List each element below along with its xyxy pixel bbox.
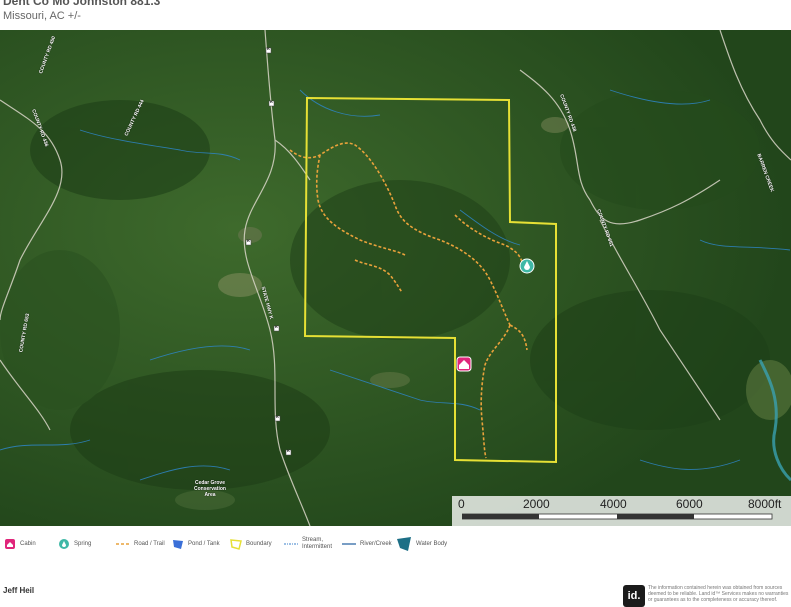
shield-label-4: K <box>275 324 278 329</box>
legend-item-boundary: Boundary <box>230 534 272 554</box>
shield-label-5: K <box>276 414 279 419</box>
pond-icon <box>173 540 183 549</box>
water-body-icon <box>397 537 411 551</box>
poi-label: Cedar Grove Conservation Area <box>194 480 226 498</box>
legend-label-river: River/Creek <box>360 540 392 547</box>
scale-bar: 0 2000 4000 6000 8000ft <box>452 496 791 526</box>
legend-label-boundary: Boundary <box>246 540 272 547</box>
spring-marker <box>519 258 535 274</box>
legend-item-stream: Stream, Intermittent <box>284 534 336 554</box>
shield-label-3: K <box>247 238 250 243</box>
road-trail-icon <box>116 543 130 545</box>
scale-tick-6000: 6000 <box>676 497 703 511</box>
map-canvas <box>0 30 791 526</box>
land-id-logo: id. <box>623 585 645 607</box>
disclaimer-text: The information contained herein was obt… <box>648 585 789 603</box>
agent-name: Jeff Heil <box>3 586 35 595</box>
property-subtitle: Missouri, AC +/- <box>3 10 81 22</box>
legend-label-cabin: Cabin <box>20 540 36 547</box>
legend-item-spring: Spring <box>58 534 91 554</box>
map-legend: Cabin Spring Road / Trail Pond / Tank Bo… <box>0 530 791 558</box>
river-icon <box>342 543 356 545</box>
property-title: Dent Co Mo Johnston 881.3 <box>3 0 161 8</box>
legend-item-water-body: Water Body <box>396 534 447 554</box>
legend-label-road-trail: Road / Trail <box>134 540 165 547</box>
legend-item-cabin: Cabin <box>4 534 36 554</box>
scale-tick-2000: 2000 <box>523 497 550 511</box>
shield-label-1: K <box>267 46 270 51</box>
legend-label-spring: Spring <box>74 540 92 547</box>
boundary-icon <box>230 539 242 550</box>
shield-label-6: K <box>287 448 290 453</box>
legend-item-road-trail: Road / Trail <box>116 534 165 554</box>
report-header: Dent Co Mo Johnston 881.3 Missouri, AC +… <box>0 0 791 30</box>
scale-tick-4000: 4000 <box>600 497 627 511</box>
spring-icon <box>59 539 69 549</box>
shield-label-2: K <box>270 99 273 104</box>
legend-item-pond: Pond / Tank <box>172 534 220 554</box>
cabin-marker <box>456 356 472 372</box>
scale-tick-8000: 8000ft <box>748 497 782 511</box>
stream-icon <box>284 543 298 545</box>
satellite-map[interactable]: COUNTY RD 450 COUNTY RD 444 COUNTY RD 43… <box>0 30 791 526</box>
scale-bar-graphic <box>462 513 773 520</box>
legend-label-stream: Stream, Intermittent <box>302 537 333 550</box>
legend-label-water-body: Water Body <box>416 540 448 547</box>
cabin-icon <box>5 539 15 549</box>
scale-tick-0: 0 <box>458 497 465 511</box>
legend-label-pond: Pond / Tank <box>188 540 220 547</box>
legend-item-river: River/Creek <box>342 534 392 554</box>
